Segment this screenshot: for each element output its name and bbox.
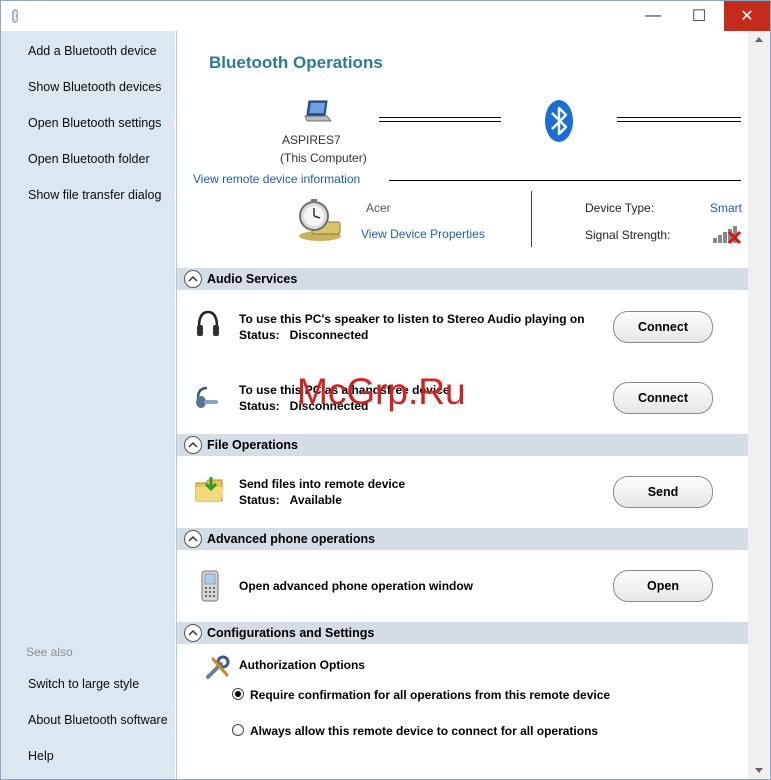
status-value: Disconnected (289, 399, 369, 413)
status-label: Status: (239, 399, 280, 413)
scroll-down-arrow-icon[interactable] (748, 762, 769, 779)
status-value: Available (289, 493, 342, 507)
connect-stereo-button[interactable]: Connect (613, 311, 713, 343)
handsfree-headset-icon (193, 384, 219, 415)
page-title: Bluetooth Operations (209, 53, 383, 72)
main-content: Bluetooth Operations ASPIRES7 (This Comp… (176, 31, 749, 779)
status-value: Disconnected (289, 328, 369, 342)
view-device-properties-link[interactable]: View Device Properties (361, 227, 485, 241)
open-button[interactable]: Open (613, 570, 713, 602)
device-type-value: Smart (710, 201, 743, 215)
sidebar-item-help[interactable]: Help (28, 749, 54, 763)
app-window: — ☐ ✕ Add a Bluetooth device Show Blueto… (0, 0, 771, 780)
authorization-tools-icon (205, 655, 231, 686)
bluetooth-icon (544, 99, 574, 148)
collapse-icon[interactable] (184, 270, 202, 288)
computer-caption: (This Computer) (280, 151, 367, 165)
sidebar-item-open-settings[interactable]: Open Bluetooth settings (28, 116, 161, 130)
sidebar-item-large-style[interactable]: Switch to large style (28, 677, 139, 691)
sidebar-item-show-devices[interactable]: Show Bluetooth devices (28, 80, 161, 94)
signal-strength-icon (712, 223, 742, 250)
headphones-icon (196, 309, 220, 344)
always-allow-label[interactable]: Always allow this remote device to conne… (250, 724, 598, 738)
section-title: Advanced phone operations (207, 532, 376, 546)
collapse-icon[interactable] (184, 530, 202, 548)
connect-handsfree-button[interactable]: Connect (613, 382, 713, 414)
signal-strength-label: Signal Strength: (585, 228, 671, 242)
section-title: Configurations and Settings (207, 626, 375, 640)
always-allow-radio[interactable] (232, 724, 244, 736)
require-confirmation-radio[interactable] (232, 688, 244, 700)
remote-device-icon (298, 198, 344, 247)
phone-icon (201, 570, 219, 607)
divider-line (389, 180, 741, 181)
device-info-separator (531, 191, 532, 247)
section-audio-services[interactable]: Audio Services (177, 268, 749, 290)
device-name: Acer (366, 201, 391, 215)
status-label: Status: (239, 493, 280, 507)
section-advanced-phone[interactable]: Advanced phone operations (177, 528, 749, 550)
laptop-icon (303, 99, 333, 130)
collapse-icon[interactable] (184, 436, 202, 454)
sidebar-item-about[interactable]: About Bluetooth software (28, 713, 168, 727)
require-confirmation-label[interactable]: Require confirmation for all operations … (250, 688, 610, 702)
connection-line-right (617, 117, 741, 122)
sidebar-item-open-folder[interactable]: Open Bluetooth folder (28, 152, 150, 166)
task-sidebar: Add a Bluetooth device Show Bluetooth de… (1, 31, 175, 779)
audio-stereo-title: To use this PC's speaker to listen to St… (239, 312, 585, 326)
title-bar: — ☐ ✕ (1, 1, 770, 31)
computer-name: ASPIRES7 (282, 133, 341, 147)
audio-handsfree-title: To use this PC as a handsfree device (239, 383, 450, 397)
section-configurations[interactable]: Configurations and Settings (177, 622, 749, 644)
section-title: Audio Services (207, 272, 298, 286)
device-type-label: Device Type: (585, 201, 655, 215)
send-files-folder-icon (195, 475, 225, 508)
see-also-label: See also (26, 645, 73, 659)
send-files-title: Send files into remote device (239, 477, 406, 491)
authorization-options-title: Authorization Options (239, 658, 365, 672)
bluetooth-app-icon (11, 9, 19, 28)
maximize-button[interactable]: ☐ (676, 1, 722, 31)
collapse-icon[interactable] (184, 624, 202, 642)
scroll-up-arrow-icon[interactable] (748, 31, 769, 48)
minimize-button[interactable]: — (630, 1, 676, 31)
audio-handsfree-status: Status: Disconnected (239, 399, 368, 413)
connection-line-left (379, 117, 501, 122)
phone-ops-title: Open advanced phone operation window (239, 579, 474, 593)
section-file-operations[interactable]: File Operations (177, 434, 749, 456)
status-label: Status: (239, 328, 280, 342)
vertical-scrollbar[interactable] (748, 31, 769, 779)
view-remote-info-link[interactable]: View remote device information (193, 172, 360, 186)
sidebar-item-file-transfer[interactable]: Show file transfer dialog (28, 188, 161, 202)
audio-stereo-status: Status: Disconnected (239, 328, 368, 342)
sidebar-item-add-device[interactable]: Add a Bluetooth device (28, 44, 157, 58)
section-title: File Operations (207, 438, 298, 452)
send-files-status: Status: Available (239, 493, 342, 507)
close-button[interactable]: ✕ (724, 1, 770, 31)
send-button[interactable]: Send (613, 476, 713, 508)
